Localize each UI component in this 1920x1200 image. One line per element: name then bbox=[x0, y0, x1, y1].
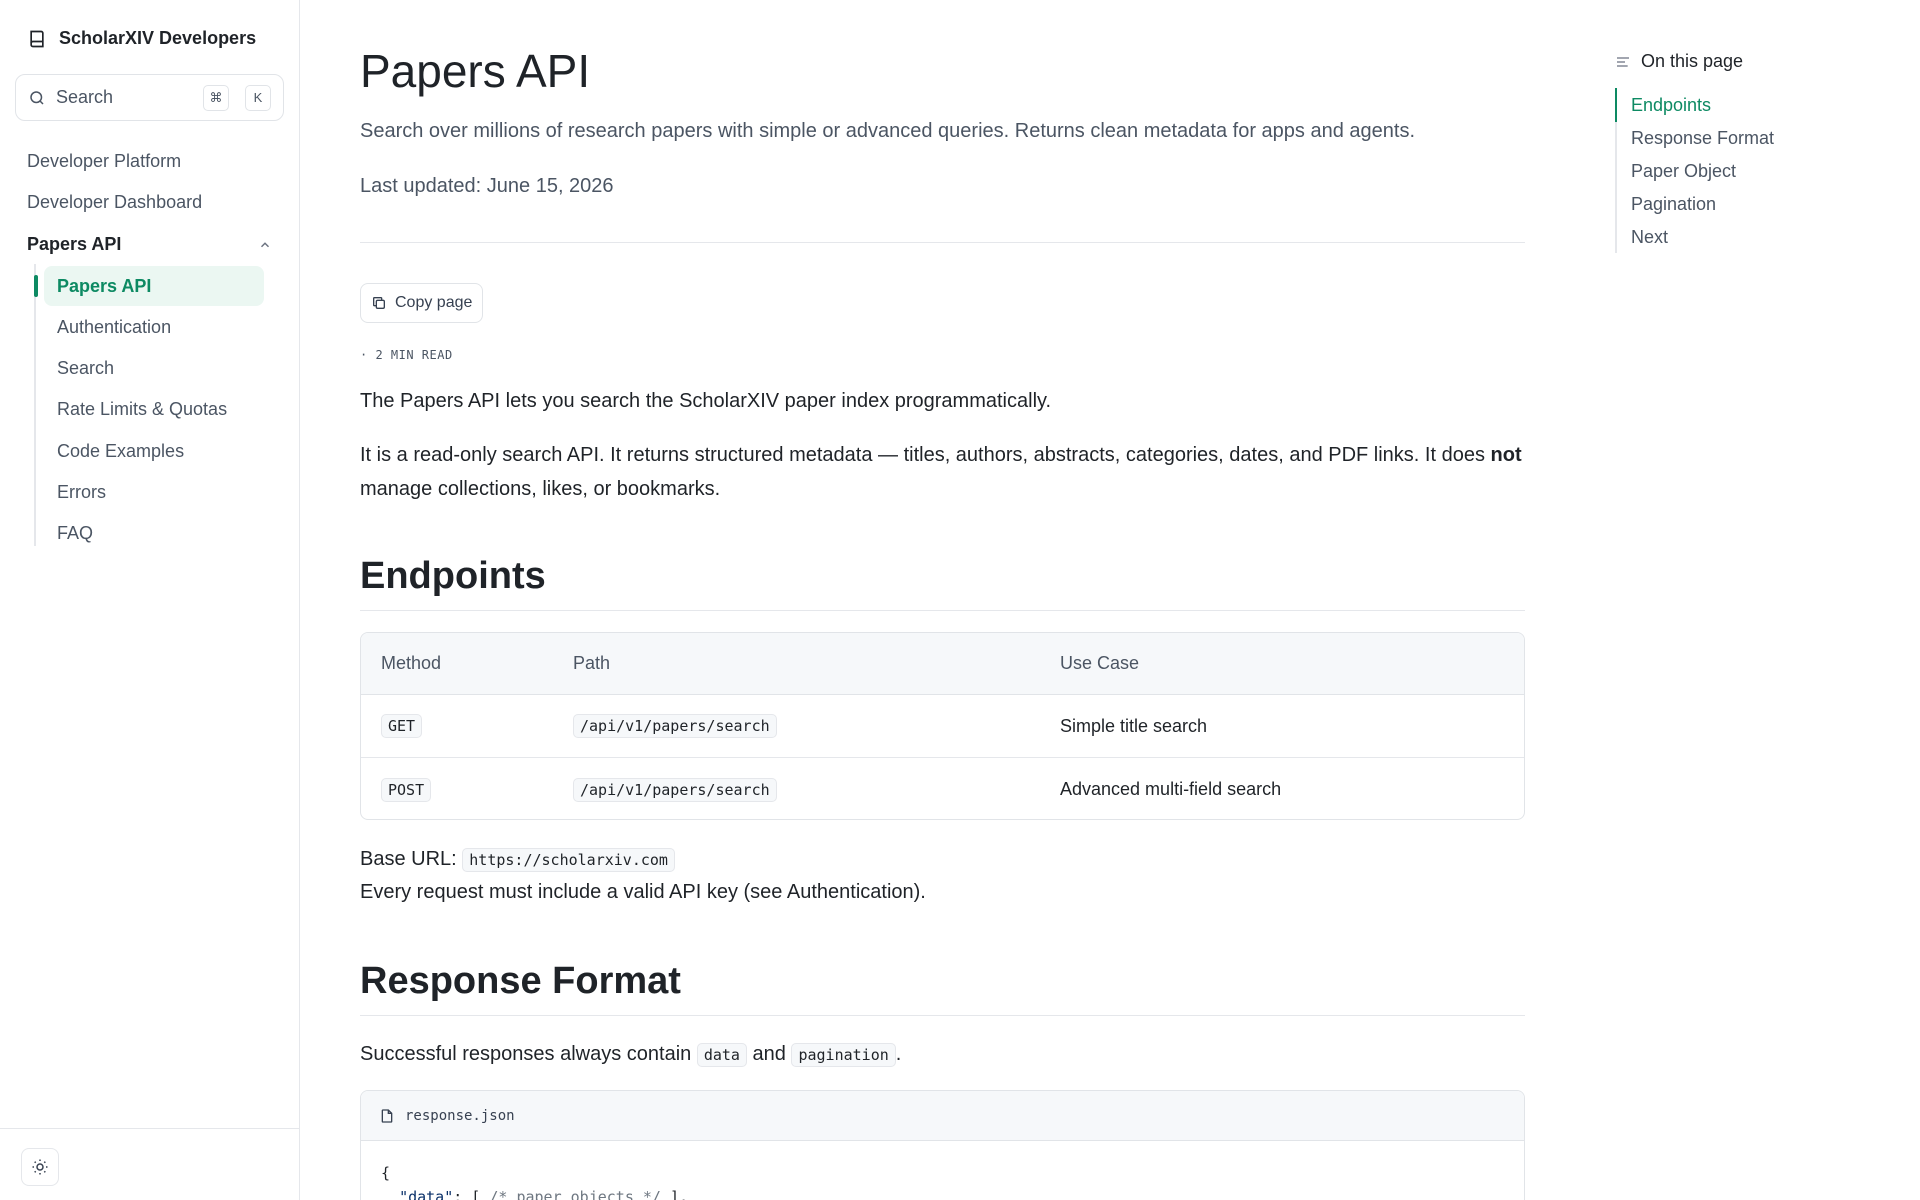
rf-text-3: . bbox=[895, 1043, 902, 1065]
toc-item-next[interactable]: Next bbox=[1631, 227, 1668, 248]
cell-use-case: Simple title search bbox=[1060, 715, 1208, 736]
page-title: Papers API bbox=[360, 45, 591, 97]
last-updated: Last updated: June 15, 2026 bbox=[360, 175, 614, 197]
book-icon bbox=[30, 30, 44, 47]
read-time: · 2 MIN READ bbox=[360, 348, 453, 362]
theme-toggle-button[interactable] bbox=[21, 1148, 59, 1186]
cell-path: /api/v1/papers/search bbox=[573, 758, 777, 819]
code-body: { "data": [ /* paper objects */ ], bbox=[361, 1141, 1524, 1200]
search-icon bbox=[30, 90, 44, 105]
subnav-line bbox=[34, 264, 36, 546]
heading-endpoints: Endpoints bbox=[360, 555, 546, 597]
sidebar-item-code-examples[interactable]: Code Examples bbox=[57, 441, 184, 462]
divider bbox=[360, 242, 1525, 243]
base-url-line: Base URL: https://scholarxiv.com bbox=[360, 842, 1525, 877]
toc-item-endpoints[interactable]: Endpoints bbox=[1631, 95, 1711, 116]
brand-name: ScholarXIV Developers bbox=[59, 28, 257, 48]
endpoints-table: Method Path Use Case GET /api/v1/papers/… bbox=[360, 632, 1525, 820]
cell-method: POST bbox=[381, 758, 432, 819]
chevron-up-icon bbox=[260, 241, 270, 247]
path-code: /api/v1/papers/search bbox=[573, 714, 777, 738]
table-header: Method Path Use Case bbox=[361, 633, 1524, 695]
code-file-name: response.json bbox=[405, 1107, 515, 1124]
cell-method: GET bbox=[381, 695, 423, 757]
toc-active-indicator bbox=[1615, 88, 1617, 122]
table-row: POST /api/v1/papers/search Advanced mult… bbox=[361, 758, 1524, 819]
code-data: data bbox=[696, 1043, 747, 1067]
toc-item-response-format[interactable]: Response Format bbox=[1631, 128, 1774, 149]
code-line: { bbox=[381, 1164, 391, 1182]
list-icon bbox=[1617, 56, 1629, 67]
intro-paragraph-2: It is a read-only search API. It returns… bbox=[360, 438, 1525, 506]
copy-page-button[interactable]: Copy page bbox=[360, 283, 484, 323]
intro2-bold: not bbox=[1490, 444, 1522, 466]
heading-divider bbox=[360, 610, 1525, 611]
code-pagination: pagination bbox=[791, 1043, 896, 1067]
sun-icon bbox=[32, 1159, 48, 1175]
column-method: Method bbox=[381, 653, 442, 673]
sidebar-item-search[interactable]: Search bbox=[57, 358, 114, 379]
copy-icon bbox=[373, 297, 385, 309]
sidebar-item-rate-limits[interactable]: Rate Limits & Quotas bbox=[57, 399, 227, 420]
toc-heading-label: On this page bbox=[1641, 51, 1744, 71]
method-code: POST bbox=[381, 777, 432, 802]
code-comment: /* paper objects */ bbox=[489, 1188, 661, 1200]
sidebar-item-papers-api[interactable]: Papers API bbox=[57, 276, 151, 297]
base-url-code: https://scholarxiv.com bbox=[462, 848, 675, 872]
shortcut-k-key: K bbox=[245, 84, 271, 111]
table-row: GET /api/v1/papers/search Simple title s… bbox=[361, 695, 1524, 758]
code-line: "data": [ /* paper objects */ ], bbox=[381, 1185, 1504, 1200]
brand-logo[interactable]: ScholarXIV Developers bbox=[27, 28, 256, 49]
active-item-indicator bbox=[34, 275, 38, 297]
sidebar-item-developer-platform[interactable]: Developer Platform bbox=[27, 151, 181, 172]
heading-divider bbox=[360, 1015, 1525, 1016]
toc-item-pagination[interactable]: Pagination bbox=[1631, 194, 1716, 215]
intro-paragraph-1: The Papers API lets you search the Schol… bbox=[360, 390, 1052, 412]
path-code: /api/v1/papers/search bbox=[573, 777, 777, 802]
heading-response-format: Response Format bbox=[360, 960, 681, 1002]
method-code: GET bbox=[381, 714, 423, 738]
sidebar-item-authentication[interactable]: Authentication bbox=[57, 317, 171, 338]
search-input[interactable]: Search ⌘ K bbox=[15, 74, 284, 121]
auth-note: Every request must include a valid API k… bbox=[360, 881, 926, 903]
sidebar-item-developer-dashboard[interactable]: Developer Dashboard bbox=[27, 192, 202, 213]
shortcut-mod-key: ⌘ bbox=[203, 84, 229, 111]
response-format-text: Successful responses always contain data… bbox=[360, 1037, 1525, 1072]
rf-text-2: and bbox=[746, 1043, 792, 1065]
sidebar-group-label: Papers API bbox=[27, 234, 122, 254]
code-block-header: response.json bbox=[361, 1091, 1524, 1141]
toc-item-paper-object[interactable]: Paper Object bbox=[1631, 161, 1736, 182]
code-punct: : [ bbox=[453, 1188, 490, 1200]
code-block-response-json: response.json { "data": [ /* paper objec… bbox=[360, 1090, 1525, 1200]
intro2-text: It is a read-only search API. It returns… bbox=[360, 444, 1491, 466]
sidebar-item-errors[interactable]: Errors bbox=[57, 482, 106, 503]
column-path: Path bbox=[573, 653, 611, 673]
file-icon bbox=[381, 1108, 393, 1123]
toc-heading: On this page bbox=[1615, 51, 1743, 72]
sidebar-group-papers-api[interactable]: Papers API bbox=[27, 234, 272, 255]
rf-text-1: Successful responses always contain bbox=[360, 1043, 697, 1065]
cell-use-case: Advanced multi-field search bbox=[1060, 779, 1282, 799]
sidebar: ScholarXIV Developers Search ⌘ K Develop… bbox=[0, 0, 300, 1200]
page-subtitle: Search over millions of research papers … bbox=[360, 120, 1416, 142]
base-url-label: Base URL: bbox=[360, 848, 457, 870]
column-use-case: Use Case bbox=[1060, 653, 1140, 673]
intro2-text-end: manage collections, likes, or bookmarks. bbox=[360, 478, 721, 500]
cell-path: /api/v1/papers/search bbox=[573, 695, 777, 757]
code-key: "data" bbox=[399, 1188, 454, 1200]
sidebar-item-faq[interactable]: FAQ bbox=[57, 523, 93, 544]
copy-page-label: Copy page bbox=[395, 294, 473, 311]
code-punct: ], bbox=[660, 1188, 689, 1200]
search-placeholder: Search bbox=[56, 87, 114, 107]
